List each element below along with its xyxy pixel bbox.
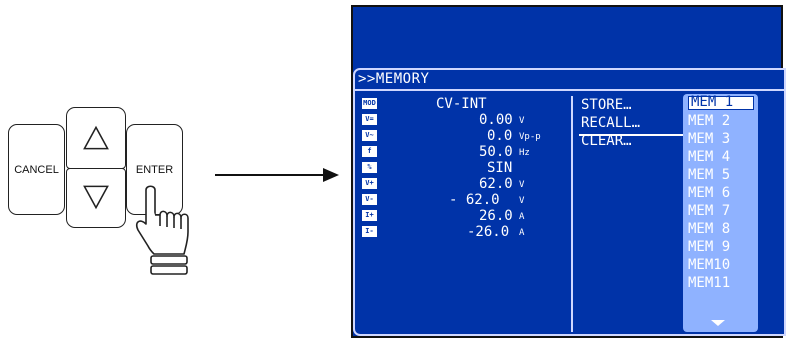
memory-item[interactable]: MEM 5 — [688, 168, 754, 182]
store-action[interactable]: STORE… — [581, 98, 632, 112]
up-triangle-icon — [83, 125, 109, 150]
current-lower-limit-value: -26.0 — [467, 224, 510, 240]
memory-item[interactable]: MEM 8 — [688, 222, 754, 236]
pointing-hand-icon — [135, 185, 189, 275]
enter-key-label: ENTER — [135, 163, 174, 176]
voltage-upper-limit-value: 62.0 — [479, 176, 513, 192]
right-arrow-icon — [215, 168, 339, 182]
down-key[interactable] — [66, 168, 126, 228]
cancel-key[interactable]: CANCEL — [8, 124, 65, 215]
current-lower-limit-unit: A — [519, 228, 525, 238]
frequency-unit: Hz — [519, 148, 530, 158]
current-upper-limit-unit: A — [519, 212, 525, 222]
voltage-upper-limit-unit: V — [519, 180, 525, 190]
memory-item[interactable]: MEM 2 — [688, 114, 754, 128]
current-upper-limit-icon: I+ — [362, 210, 377, 221]
frequency-icon: f — [362, 146, 377, 157]
memory-item[interactable]: MEM 6 — [688, 186, 754, 200]
ac-voltage-icon: V~ — [362, 130, 377, 141]
memory-item[interactable]: MEM 4 — [688, 150, 754, 164]
cancel-key-label: CANCEL — [14, 163, 59, 176]
dc-voltage-unit: V — [519, 116, 525, 126]
current-upper-limit-value: 26.0 — [479, 208, 513, 224]
recall-action[interactable]: RECALL… — [581, 116, 640, 130]
ac-voltage-value: 0.0 — [487, 128, 513, 144]
voltage-lower-limit-unit: V — [519, 196, 525, 206]
frequency-value: 50.0 — [479, 144, 513, 160]
dc-voltage-value: 0.00 — [479, 112, 513, 128]
scroll-down-icon[interactable] — [711, 320, 725, 326]
dc-voltage-icon: V= — [362, 114, 377, 125]
up-key[interactable] — [66, 107, 126, 169]
title-divider — [355, 89, 784, 91]
memory-item-selected[interactable]: MEM 1 — [688, 95, 754, 110]
memory-item[interactable]: MEM10 — [688, 258, 754, 272]
voltage-lower-limit-icon: V- — [362, 194, 377, 205]
memory-item[interactable]: MEM 7 — [688, 204, 754, 218]
waveform-icon: % — [362, 162, 377, 173]
ac-voltage-unit: Vp-p — [519, 132, 541, 142]
memory-item[interactable]: MEM 3 — [688, 132, 754, 146]
voltage-lower-limit-value: - 62.0 — [449, 192, 500, 208]
column-divider — [571, 96, 573, 332]
down-triangle-icon — [83, 185, 109, 210]
memory-item[interactable]: MEM 9 — [688, 240, 754, 254]
mode-value: CV-INT — [436, 96, 487, 112]
waveform-value: SIN — [487, 160, 513, 176]
voltage-upper-limit-icon: V+ — [362, 178, 377, 189]
menu-title: >>MEMORY — [358, 71, 430, 87]
memory-item[interactable]: MEM11 — [688, 276, 754, 290]
mode-icon: MOD — [362, 98, 377, 109]
current-lower-limit-icon: I- — [362, 226, 377, 237]
clear-action[interactable]: CLEAR… — [581, 134, 632, 148]
